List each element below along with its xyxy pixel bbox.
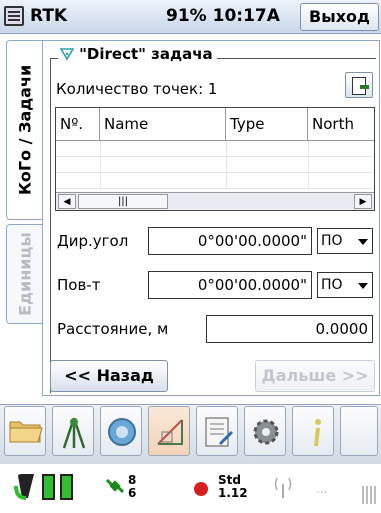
distance-label: Расстояние, м [57, 320, 169, 338]
receiver-icon [14, 474, 34, 500]
rotation-mode-value: ПО [321, 277, 343, 293]
radio-status: ... [316, 482, 328, 496]
rotation-label: Пов-т [57, 276, 101, 294]
back-button[interactable]: << Назад [50, 360, 168, 392]
title-bar: RTK 91% 10:17A Выход [0, 0, 381, 34]
scroll-thumb[interactable]: ||| [78, 194, 168, 209]
group-title: "Direct" задача [79, 45, 213, 63]
app-title: RTK [30, 6, 68, 26]
direction-angle-field[interactable]: 0°00'00.0000" [148, 227, 312, 255]
group-border-left [50, 58, 51, 393]
satellite-icon [106, 478, 124, 494]
table-body [56, 141, 374, 189]
settings-button[interactable] [244, 406, 286, 456]
tab-units-label: Единицы [15, 232, 34, 316]
folder-icon [9, 421, 43, 443]
column-header-north[interactable]: North [308, 108, 374, 141]
notes-icon [205, 417, 234, 447]
scroll-right-button[interactable]: ▶ [354, 194, 372, 209]
export-button[interactable] [345, 72, 373, 98]
open-button[interactable] [4, 406, 46, 456]
settings-icon [253, 419, 279, 445]
info-icon [314, 419, 321, 446]
notes-button[interactable] [196, 406, 238, 456]
rotation-field[interactable]: 0°00'00.0000" [148, 271, 312, 299]
cogo-icon [157, 419, 183, 445]
battery-icon [42, 474, 55, 500]
satellites-count: 8 6 [128, 474, 136, 500]
column-divider [100, 141, 101, 189]
chevron-down-icon [358, 239, 368, 245]
solution-info: Std 1.12 [218, 474, 248, 500]
scroll-left-button[interactable]: ◀ [58, 194, 76, 209]
points-count: Количество точек: 1 [56, 80, 218, 98]
signal-icon [362, 486, 378, 504]
points-table[interactable]: Nº. Name Type North ◀ ||| ▶ [55, 107, 375, 211]
tab-units[interactable]: Единицы [6, 224, 42, 324]
group-header: "Direct" задача [58, 44, 217, 64]
status-bar: 8 6 Std 1.12 ... [0, 466, 381, 513]
tab-cogo-tasks[interactable]: КоГо / Задачи [6, 40, 42, 220]
table-header: Nº. Name Type North [56, 108, 374, 141]
column-divider [226, 141, 227, 189]
system-status: 91% 10:17A [166, 6, 280, 26]
next-button[interactable]: Дальше >> [255, 360, 375, 392]
column-header-type[interactable]: Type [226, 108, 308, 141]
lens-icon [108, 418, 136, 446]
solution-accuracy: 1.12 [218, 486, 248, 500]
exit-button[interactable]: Выход [300, 3, 379, 31]
direction-mode-value: ПО [321, 233, 343, 249]
solution-status-icon [194, 482, 208, 496]
more-button[interactable] [340, 406, 378, 456]
column-header-name[interactable]: Name [100, 108, 226, 141]
tab-cogo-tasks-label: КоГо / Задачи [15, 64, 34, 196]
column-header-number[interactable]: Nº. [56, 108, 100, 141]
horizontal-scrollbar[interactable]: ◀ ||| ▶ [56, 192, 374, 210]
survey-icon [62, 417, 86, 449]
direction-mode-dropdown[interactable]: ПО [317, 228, 373, 254]
info-button[interactable] [292, 406, 334, 456]
direction-angle-label: Дир.угол [57, 232, 129, 250]
satellites-tracked: 6 [128, 486, 137, 500]
view-button[interactable] [100, 406, 142, 456]
cogo-button[interactable] [148, 406, 190, 456]
radio-icon [274, 477, 292, 498]
filter-icon [59, 48, 75, 61]
chevron-down-icon [358, 283, 368, 289]
rotation-mode-dropdown[interactable]: ПО [317, 272, 373, 298]
column-divider [308, 141, 309, 189]
start-menu-icon[interactable] [4, 6, 24, 26]
survey-button[interactable] [52, 406, 94, 456]
battery-icon [60, 474, 73, 500]
distance-field[interactable]: 0.0000 [206, 315, 373, 343]
